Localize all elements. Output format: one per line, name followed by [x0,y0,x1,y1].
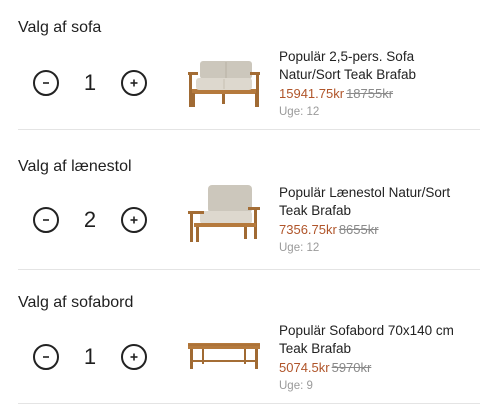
increase-quantity-button[interactable] [121,344,147,370]
product-section-coffee-table: Valg af sofabord 1 Populär Sofabord 70x1… [0,282,480,412]
quantity-value: 1 [83,70,97,95]
section-title: Valg af sofa [18,19,102,36]
price-row: 5074.5kr 5970kr [279,359,475,377]
product-name[interactable]: Populär Lænestol Natur/Sort Teak Brafab [279,184,475,220]
delivery-week: Uge: 12 [279,106,320,118]
product-name[interactable]: Populär Sofabord 70x140 cm Teak Brafab [279,322,475,358]
product-info: Populär Sofabord 70x140 cm Teak Brafab 5… [279,322,475,394]
minus-icon [43,82,49,84]
divider [18,129,480,130]
quantity-value: 1 [83,344,97,369]
product-section-sofa: Valg af sofa 1 Populär 2,5-pers. Sofa Na… [0,0,480,140]
delivery-week: Uge: 12 [279,242,320,254]
product-name[interactable]: Populär 2,5-pers. Sofa Natur/Sort Teak B… [279,48,475,84]
increase-quantity-button[interactable] [121,207,147,233]
price-row: 15941.75kr 18755kr [279,85,475,103]
decrease-quantity-button[interactable] [33,207,59,233]
sale-price: 5074.5kr [279,360,330,375]
product-section-armchair: Valg af lænestol 2 Populär Lænestol Natu… [0,140,480,282]
sale-price: 7356.75kr [279,222,337,237]
sale-price: 15941.75kr [279,86,345,101]
armchair-image[interactable] [182,181,264,245]
original-price: 5970kr [331,360,372,375]
plus-icon [130,79,138,87]
product-info: Populär 2,5-pers. Sofa Natur/Sort Teak B… [279,48,475,120]
minus-icon [43,219,49,221]
original-price: 8655kr [338,222,379,237]
sofa-image[interactable] [182,50,264,114]
section-title: Valg af sofabord [18,294,134,311]
plus-icon [130,353,138,361]
divider [18,269,480,270]
decrease-quantity-button[interactable] [33,70,59,96]
minus-icon [43,356,49,358]
decrease-quantity-button[interactable] [33,344,59,370]
delivery-week: Uge: 9 [279,380,313,392]
increase-quantity-button[interactable] [121,70,147,96]
coffee-table-image[interactable] [182,325,264,389]
price-row: 7356.75kr 8655kr [279,221,475,239]
section-title: Valg af lænestol [18,158,132,175]
quantity-value: 2 [83,207,97,232]
product-info: Populär Lænestol Natur/Sort Teak Brafab … [279,184,475,256]
divider [18,403,480,404]
plus-icon [130,216,138,224]
original-price: 18755kr [346,86,394,101]
